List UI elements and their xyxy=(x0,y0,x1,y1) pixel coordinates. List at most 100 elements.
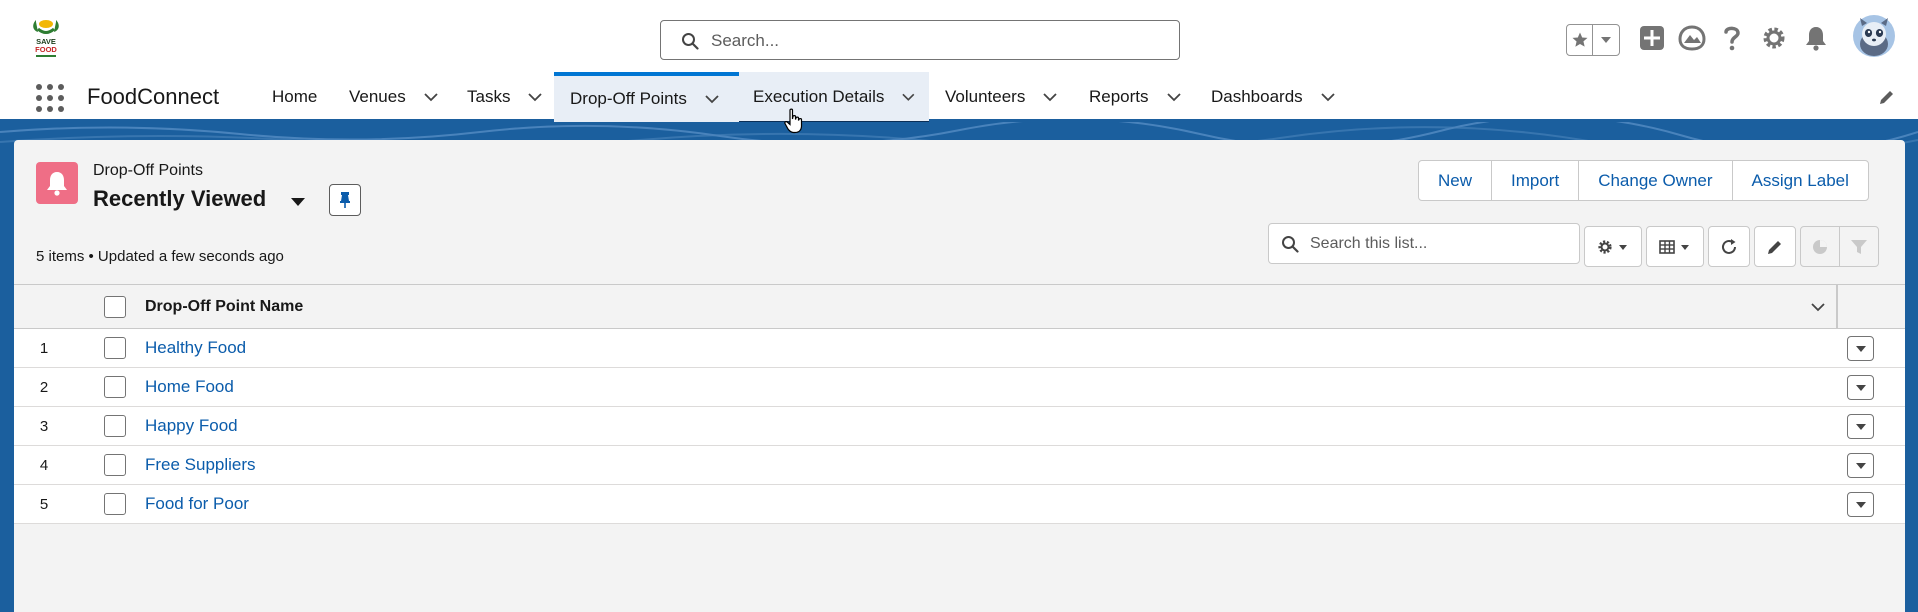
mouse-pointer-hand-icon xyxy=(784,108,803,134)
row-number: 1 xyxy=(39,340,49,357)
filter-icon xyxy=(1851,239,1867,254)
row-action-button[interactable] xyxy=(1847,492,1874,517)
refresh-button[interactable] xyxy=(1708,226,1750,267)
row-action-button[interactable] xyxy=(1847,453,1874,478)
table-row: 1 Healthy Food xyxy=(14,329,1905,368)
nav-tab-volunteers[interactable]: Volunteers xyxy=(929,72,1071,122)
edit-list-button[interactable] xyxy=(1754,226,1796,267)
chevron-down-icon[interactable] xyxy=(1810,299,1826,315)
nav-tab-tasks[interactable]: Tasks xyxy=(451,72,556,122)
nav-tab-home[interactable]: Home xyxy=(256,72,333,122)
record-link[interactable]: Home Food xyxy=(145,377,234,397)
record-link[interactable]: Food for Poor xyxy=(145,494,249,514)
app-name: FoodConnect xyxy=(87,84,220,109)
row-checkbox[interactable] xyxy=(104,337,126,359)
list-view-title[interactable]: Recently Viewed xyxy=(93,186,266,212)
row-checkbox[interactable] xyxy=(104,376,126,398)
record-link[interactable]: Healthy Food xyxy=(145,338,246,358)
list-view-card: Drop-Off Points Recently Viewed New Impo… xyxy=(14,140,1905,612)
user-avatar[interactable] xyxy=(1852,14,1896,58)
table-row: 2 Home Food xyxy=(14,368,1905,407)
record-link[interactable]: Free Suppliers xyxy=(145,455,256,475)
list-view-picker-caret-icon[interactable] xyxy=(290,196,306,208)
table-row: 4 Free Suppliers xyxy=(14,446,1905,485)
table-row: 5 Food for Poor xyxy=(14,485,1905,524)
nav-tab-label: Execution Details xyxy=(753,87,885,106)
object-label: Drop-Off Points xyxy=(93,162,203,179)
column-divider[interactable] xyxy=(1836,285,1838,329)
assign-label-button[interactable]: Assign Label xyxy=(1733,161,1868,200)
nav-tab-reports[interactable]: Reports xyxy=(1073,72,1195,122)
chevron-down-icon[interactable] xyxy=(1321,92,1335,102)
chevron-down-icon[interactable] xyxy=(1166,92,1181,102)
global-search-placeholder: Search... xyxy=(711,31,780,50)
notifications-bell-icon[interactable] xyxy=(1802,20,1830,56)
nav-tab-drop-off-points[interactable]: Drop-Off Points xyxy=(554,72,739,122)
nav-tab-dashboards[interactable]: Dashboards xyxy=(1195,72,1349,122)
row-number: 2 xyxy=(39,379,49,396)
search-icon xyxy=(1282,236,1299,253)
list-view-controls-button[interactable] xyxy=(1584,226,1642,267)
setup-gear-icon[interactable] xyxy=(1760,20,1788,56)
chevron-down-icon[interactable] xyxy=(1043,92,1057,102)
refresh-icon xyxy=(1722,238,1736,254)
chevron-down-icon[interactable] xyxy=(902,92,915,102)
chevron-down-icon[interactable] xyxy=(705,94,719,104)
row-checkbox[interactable] xyxy=(104,415,126,437)
favorites-button-group[interactable] xyxy=(1566,24,1620,56)
save-food-logo[interactable]: SAVE FOOD xyxy=(28,16,64,62)
global-actions-icon[interactable] xyxy=(1638,20,1666,56)
records-table: Drop-Off Point Name 1 Healthy Food 2 Hom… xyxy=(14,284,1905,524)
list-actions-button-group: New Import Change Owner Assign Label xyxy=(1418,160,1869,201)
nav-tab-execution-details[interactable]: Execution Details xyxy=(739,72,929,125)
pencil-icon xyxy=(1768,240,1781,254)
pin-icon xyxy=(340,192,350,208)
nav-tab-label: Tasks xyxy=(467,87,511,106)
list-search-placeholder: Search this list... xyxy=(1310,235,1428,252)
edit-nav-pencil-icon[interactable] xyxy=(1878,88,1896,106)
nav-tab-label: Dashboards xyxy=(1211,87,1303,106)
nav-tab-label: Venues xyxy=(349,87,406,106)
row-action-button[interactable] xyxy=(1847,336,1874,361)
chevron-down-icon xyxy=(1855,501,1866,508)
nav-tab-label: Volunteers xyxy=(945,87,1026,106)
table-row: 3 Happy Food xyxy=(14,407,1905,446)
chevron-down-icon xyxy=(1855,462,1866,469)
display-as-button[interactable] xyxy=(1646,226,1704,267)
help-icon[interactable] xyxy=(1719,20,1745,56)
nav-tab-label: Reports xyxy=(1089,87,1149,106)
row-checkbox[interactable] xyxy=(104,454,126,476)
new-button[interactable]: New xyxy=(1419,161,1493,200)
favorites-dropdown-icon[interactable] xyxy=(1593,25,1619,55)
column-header-name[interactable]: Drop-Off Point Name xyxy=(145,298,303,316)
global-search-input[interactable]: Search... xyxy=(660,20,1180,60)
filters-button[interactable] xyxy=(1839,226,1879,267)
row-action-button[interactable] xyxy=(1847,375,1874,400)
trailhead-icon[interactable] xyxy=(1677,20,1707,56)
chevron-down-icon xyxy=(1855,384,1866,391)
chevron-down-icon[interactable] xyxy=(528,92,543,102)
chevron-down-icon xyxy=(1855,423,1866,430)
charts-button[interactable] xyxy=(1800,226,1840,267)
chevron-down-icon[interactable] xyxy=(424,92,438,102)
drop-off-points-object-icon xyxy=(36,162,78,204)
gear-icon xyxy=(1598,239,1627,254)
import-button[interactable]: Import xyxy=(1492,161,1580,200)
record-link[interactable]: Happy Food xyxy=(145,416,238,436)
list-search-input[interactable]: Search this list... xyxy=(1268,223,1580,264)
app-navigation-bar: FoodConnect Home Venues Tasks Drop-Off P… xyxy=(0,72,1918,125)
nav-tab-label: Home xyxy=(272,87,318,106)
row-number: 5 xyxy=(39,496,49,513)
chevron-down-icon xyxy=(1855,345,1866,352)
row-action-button[interactable] xyxy=(1847,414,1874,439)
app-launcher-icon[interactable] xyxy=(36,84,64,112)
row-checkbox[interactable] xyxy=(104,493,126,515)
pin-list-view-button[interactable] xyxy=(329,184,361,216)
select-all-checkbox[interactable] xyxy=(104,296,126,318)
favorites-star-icon[interactable] xyxy=(1567,25,1593,55)
pie-chart-icon xyxy=(1813,239,1827,254)
global-header: SAVE FOOD Search... xyxy=(0,0,1918,72)
svg-text:FOOD: FOOD xyxy=(35,45,57,54)
nav-tab-venues[interactable]: Venues xyxy=(333,72,452,122)
change-owner-button[interactable]: Change Owner xyxy=(1579,161,1733,200)
